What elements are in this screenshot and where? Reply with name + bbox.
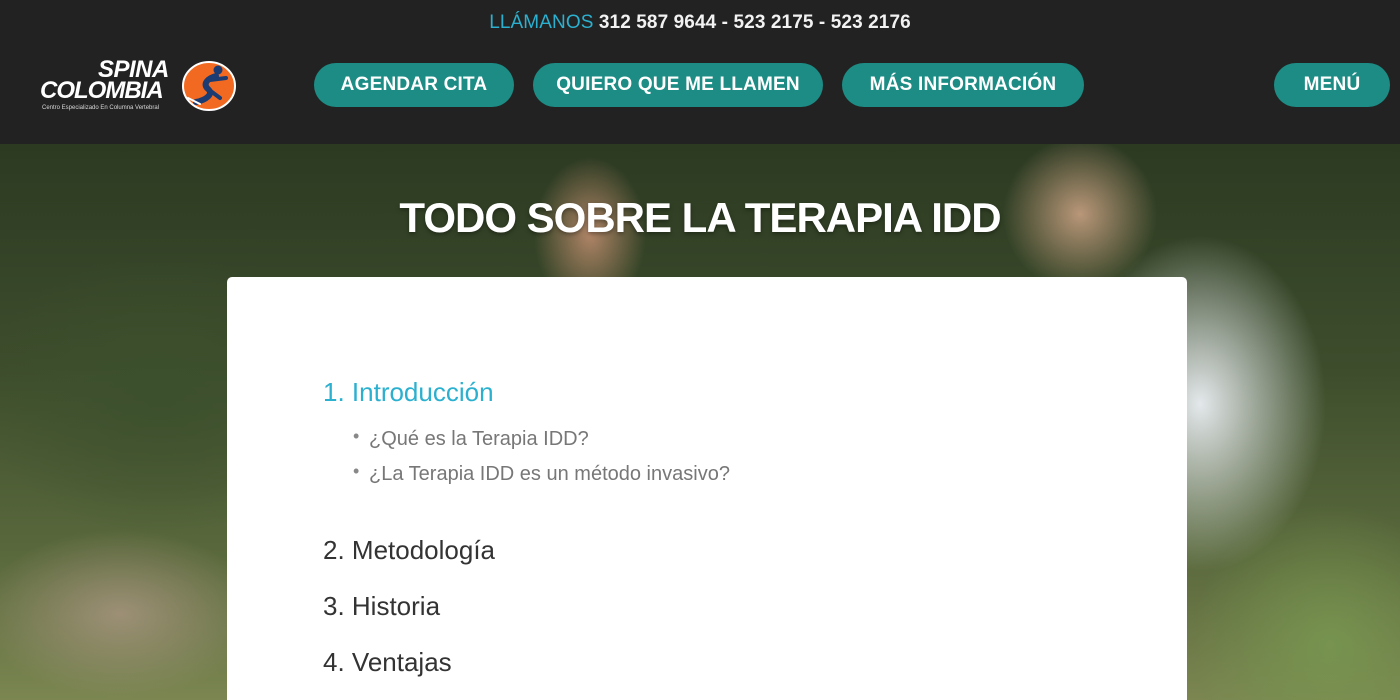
toc-section-ventajas[interactable]: 4. Ventajas xyxy=(323,647,452,678)
call-label: LLÁMANOS xyxy=(489,12,594,33)
phone-link-1[interactable]: 312 587 9644 xyxy=(599,12,716,33)
toc-sublist: ¿Qué es la Terapia IDD? ¿La Terapia IDD … xyxy=(353,426,730,486)
page-title: TODO SOBRE LA TERAPIA IDD xyxy=(399,194,1001,241)
site-logo[interactable]: SPINA COLOMBIA Centro Especializado En C… xyxy=(40,54,240,120)
mas-informacion-button[interactable]: MÁS INFORMACIÓN xyxy=(842,63,1084,107)
toc-section-metodologia[interactable]: 2. Metodología xyxy=(323,535,495,566)
runner-icon xyxy=(182,61,236,111)
toc-subitem-que-es[interactable]: ¿Qué es la Terapia IDD? xyxy=(353,426,730,451)
toc-section-introduccion[interactable]: 1. Introducción xyxy=(323,377,730,408)
logo-line2: COLOMBIA xyxy=(40,77,164,104)
agendar-cita-button[interactable]: AGENDAR CITA xyxy=(314,63,514,107)
content-card: 1. Introducción ¿Qué es la Terapia IDD? … xyxy=(227,277,1187,700)
phone-separator: - xyxy=(716,12,734,33)
phone-bar: LLÁMANOS 312 587 9644 - 523 2175 - 523 2… xyxy=(0,12,1400,34)
phone-link-3[interactable]: 523 2176 xyxy=(831,12,911,33)
menu-button[interactable]: MENÚ xyxy=(1274,63,1390,107)
phone-link-2[interactable]: 523 2175 xyxy=(733,12,813,33)
toc-section-historia[interactable]: 3. Historia xyxy=(323,591,440,622)
toc-subitem-invasivo[interactable]: ¿La Terapia IDD es un método invasivo? xyxy=(353,461,730,486)
quiero-que-me-llamen-button[interactable]: QUIERO QUE ME LLAMEN xyxy=(533,63,823,107)
site-header: LLÁMANOS 312 587 9644 - 523 2175 - 523 2… xyxy=(0,0,1400,144)
table-of-contents: 1. Introducción ¿Qué es la Terapia IDD? … xyxy=(323,377,730,677)
logo-tagline: Centro Especializado En Columna Vertebra… xyxy=(42,105,160,111)
phone-separator: - xyxy=(813,12,831,33)
